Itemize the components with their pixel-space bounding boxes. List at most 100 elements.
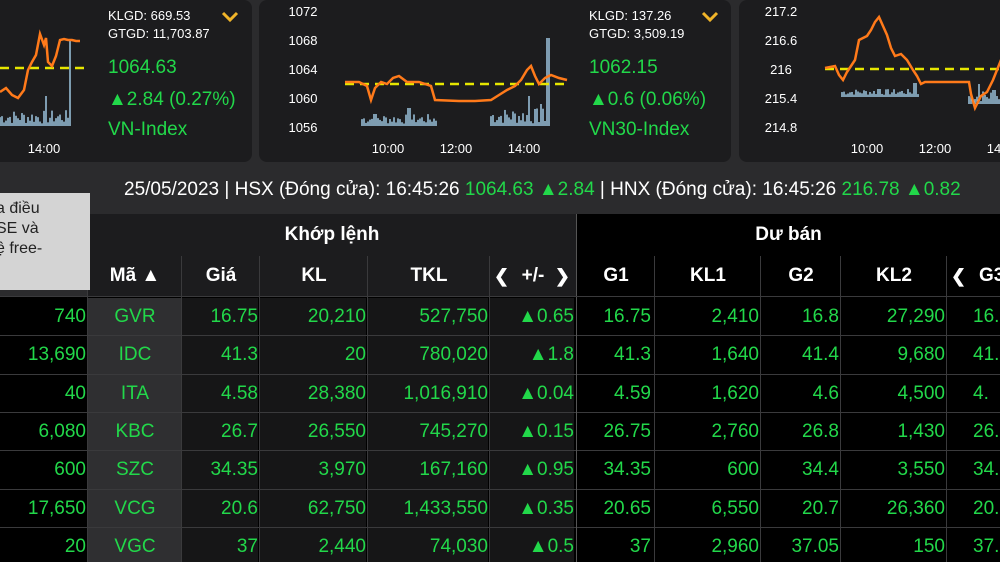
hnx-x-tick: 12:00 (918, 141, 952, 156)
cell-symbol[interactable]: SZC (88, 451, 182, 490)
col-header-g1[interactable]: G1 (577, 256, 655, 296)
cell-volume: 28,380 (260, 374, 366, 413)
hnx-y-tick: 217.2 (764, 4, 798, 19)
chevron-left-icon[interactable]: ❮ (494, 256, 509, 296)
cell-kl1: 600 (727, 459, 759, 481)
klgd-value: 137.26 (631, 8, 672, 23)
cell-kl1: 1,640 (711, 344, 759, 366)
vn30-x-tick: 12:00 (439, 141, 473, 156)
notice-line: ệ free- (0, 240, 43, 257)
cell-g1: 34.35 (603, 459, 651, 481)
cell-symbol[interactable]: ITA (88, 374, 182, 413)
chevron-right-icon[interactable]: ❯ (555, 256, 570, 296)
cell-price: 37 (182, 527, 258, 562)
col-header-g3-group: ❮ G3 (947, 256, 1000, 296)
klgd-value: 669.53 (150, 8, 191, 23)
row-divider (0, 411, 1000, 413)
column-divider (946, 256, 947, 562)
col-header-kl1[interactable]: KL1 (655, 256, 761, 296)
cell-prev-column: 740 (54, 306, 86, 327)
cell-symbol[interactable]: KBC (88, 412, 182, 451)
cell-change: ▲0.04 (490, 374, 574, 413)
ticker-separator: | (219, 179, 235, 200)
col-header-change[interactable]: +/- (522, 265, 545, 286)
cell-prev-column: 40 (64, 382, 86, 404)
cell-symbol[interactable]: IDC (88, 336, 182, 375)
ticker-hsx-value: 1064.63 (464, 179, 534, 200)
cell-prev-column: 6,080 (38, 420, 86, 442)
cell-price: 16.75 (182, 298, 258, 336)
cell-change: ▲0.95 (490, 451, 574, 490)
cell-price: 20.6 (182, 489, 258, 528)
cell-kl1: 2,760 (711, 420, 759, 442)
gtgd-label: GTGD: (108, 26, 150, 41)
column-divider (489, 256, 490, 562)
col-header-price[interactable]: Giá (182, 256, 260, 296)
vn30-x-tick: 14:00 (507, 141, 541, 156)
cell-prev-column: 13,690 (27, 344, 86, 366)
cell-g2: 16.8 (802, 306, 839, 327)
cell-volume: 3,970 (260, 451, 366, 490)
hnx-card[interactable]: 217.2 216.6 216 215.4 214.8 10:00 12:00 … (739, 0, 1000, 162)
cell-kl1: 2,960 (711, 535, 759, 557)
ticker-separator: | (594, 179, 611, 200)
cell-kl2: 9,680 (897, 344, 945, 366)
vn30-price: 1062.15 (589, 57, 658, 78)
cell-total-volume: 167,160 (368, 451, 488, 490)
cell-volume: 62,750 (260, 489, 366, 528)
header-divider (0, 296, 1000, 297)
chevron-left-icon[interactable]: ❮ (951, 256, 966, 296)
row-divider (0, 335, 1000, 337)
col-header-total-volume[interactable]: TKL (368, 256, 490, 296)
cell-g1: 16.75 (603, 306, 651, 327)
cell-prev-column: 600 (54, 459, 86, 481)
row-divider (0, 526, 1000, 528)
cell-price: 4.58 (182, 374, 258, 413)
cell-kl2: 27,290 (886, 306, 945, 327)
vn30-x-tick: 10:00 (371, 141, 405, 156)
price-board-screen: 14:00 KLGD: 669.53 GTGD: 11,703.87 1064.… (0, 0, 1000, 562)
cell-g3: 34. (973, 459, 1000, 481)
cell-kl1: 1,620 (711, 382, 759, 404)
cell-total-volume: 780,020 (368, 336, 488, 375)
cell-g2: 34.4 (802, 459, 839, 481)
cell-total-volume: 745,270 (368, 412, 488, 451)
vn30-y-tick: 1056 (288, 120, 318, 135)
cell-symbol[interactable]: VCG (88, 489, 182, 528)
group-header-sell: Dư bán (577, 214, 1000, 256)
vn30-card[interactable]: 1072 1068 1064 1060 1056 10:00 12:00 14:… (259, 0, 731, 162)
column-divider (181, 256, 182, 562)
row-divider (0, 450, 1000, 452)
cell-total-volume: 527,750 (368, 298, 488, 336)
vn30-y-tick: 1060 (288, 91, 318, 106)
col-header-kl2[interactable]: KL2 (841, 256, 947, 296)
chevron-down-icon[interactable] (701, 11, 719, 23)
col-header-symbol[interactable]: Mã ▲ (88, 256, 182, 296)
vnindex-card[interactable]: 14:00 KLGD: 669.53 GTGD: 11,703.87 1064.… (0, 0, 252, 162)
cell-symbol[interactable]: VGC (88, 527, 182, 562)
ticker-hnx-label: HNX (Đóng cửa): 16:45:26 (610, 179, 842, 200)
notice-line: SE và (0, 220, 39, 237)
cell-kl2: 150 (913, 535, 945, 557)
column-divider (259, 256, 260, 562)
cell-g2: 41.4 (802, 344, 839, 366)
vnindex-change: ▲2.84 (0.27%) (108, 89, 236, 110)
col-header-volume[interactable]: KL (260, 256, 368, 296)
cell-g2: 26.8 (802, 420, 839, 442)
cell-symbol[interactable]: GVR (88, 298, 182, 336)
col-header-g2[interactable]: G2 (761, 256, 841, 296)
vnindex-x-tick: 14:00 (27, 141, 61, 156)
gtgd-label: GTGD: (589, 26, 631, 41)
vnindex-stats: KLGD: 669.53 GTGD: 11,703.87 (108, 7, 210, 43)
cell-change: ▲0.65 (490, 298, 574, 336)
column-divider (840, 256, 841, 562)
notice-popup[interactable]: a điều SE và ệ free- (0, 193, 90, 290)
chevron-down-icon[interactable] (221, 11, 239, 23)
cell-volume: 20,210 (260, 298, 366, 336)
cell-price: 26.7 (182, 412, 258, 451)
cell-prev-column: 17,650 (27, 497, 86, 519)
group-header-match: Khớp lệnh (88, 214, 576, 256)
col-header-g3[interactable]: G3 (979, 256, 1000, 296)
cell-change: ▲1.8 (490, 336, 574, 375)
gtgd-value: 3,509.19 (633, 26, 685, 41)
